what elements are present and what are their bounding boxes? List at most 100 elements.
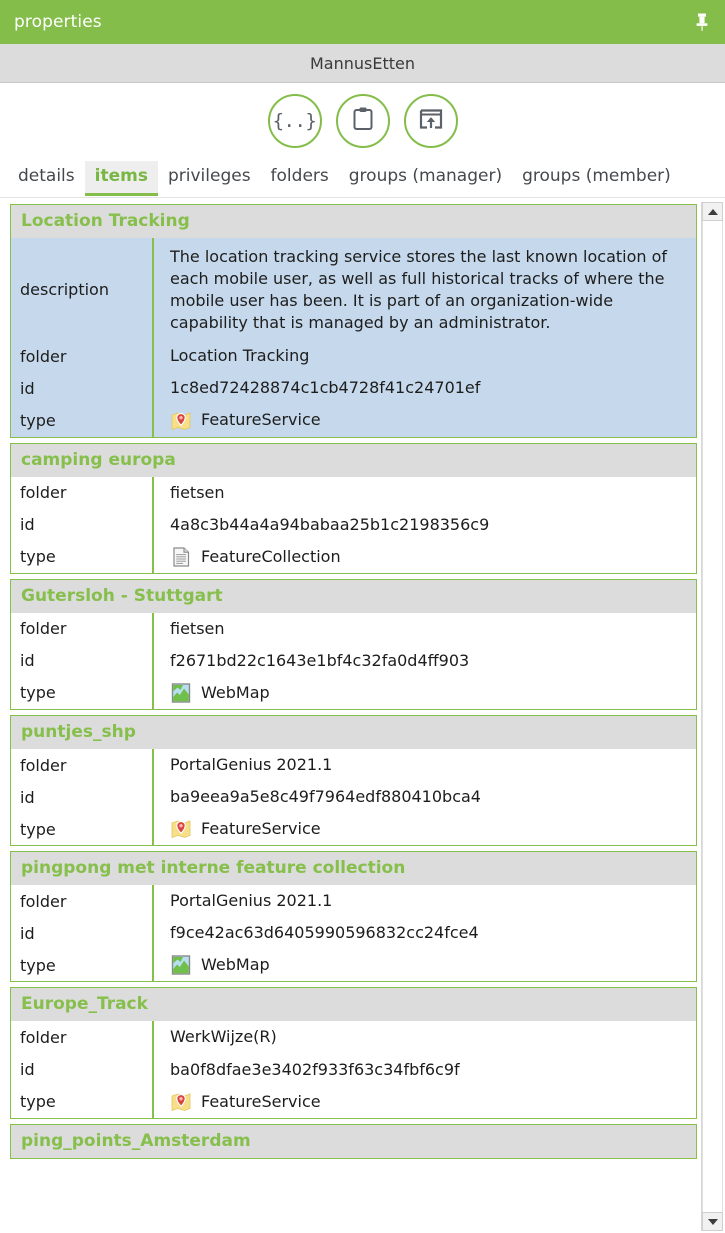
items-scrollbar[interactable] — [701, 202, 723, 1231]
item-card-body: folder fietsen id 4a8c3b44a4a94babaa25b1c21… — [11, 476, 696, 573]
item-property-label: id — [11, 372, 154, 405]
item-property-label: folder — [11, 340, 154, 373]
item-property-value: FeatureService — [153, 1086, 696, 1118]
item-card[interactable]: Gutersloh - Stuttgart folder fietsen id f267… — [10, 578, 697, 711]
item-type-value: FeatureService — [170, 409, 690, 431]
item-property-label: folder — [11, 749, 154, 782]
item-property-row: type FeatureService — [11, 1085, 696, 1118]
document-icon — [173, 547, 190, 567]
item-card-body: folder PortalGenius 2021.1 id ba9eea9a5e8c4… — [11, 749, 696, 846]
item-property-value: PortalGenius 2021.1 — [170, 755, 333, 775]
item-property-label: type — [11, 813, 154, 846]
item-card[interactable]: puntjes_shp folder PortalGenius 2021.1 id ba… — [10, 715, 697, 847]
tab-groups-manager[interactable]: groups (manager) — [339, 161, 512, 196]
item-property-row: type FeatureService — [11, 404, 696, 437]
item-property-value: f2671bd22c1643e1bf4c32fa0d4ff903 — [170, 650, 470, 670]
item-property-value: WebMap — [153, 677, 696, 709]
item-card[interactable]: camping europa folder fietsen id 4a8c3b44a4a… — [10, 442, 697, 574]
item-property-row: type WebMap — [11, 676, 696, 710]
item-property-value: f9ce42ac63d6405990596832cc24fce4 — [170, 923, 479, 943]
tab-folders[interactable]: folders — [261, 161, 339, 196]
item-property-label: type — [11, 540, 154, 573]
scroll-up-icon[interactable] — [702, 202, 723, 221]
tab-groups-member[interactable]: groups (member) — [512, 161, 681, 196]
item-property-label: type — [11, 1085, 154, 1118]
item-card-title[interactable]: camping europa — [11, 443, 696, 477]
item-type-value: FeatureCollection — [170, 546, 690, 568]
item-property-label: id — [11, 781, 154, 814]
export-button[interactable] — [403, 94, 458, 148]
item-property-row: id f9ce42ac63d6405990596832cc24fce4 — [11, 917, 696, 950]
map-pin-icon — [171, 411, 191, 430]
item-property-label: folder — [11, 885, 154, 918]
item-property-label: folder — [11, 1021, 154, 1054]
item-type-value: WebMap — [170, 682, 690, 704]
item-card-body: folder WerkWijze(R) id ba0f8dfae3e3402f933f… — [11, 1021, 696, 1118]
window-title: properties — [14, 12, 102, 32]
item-property-label: id — [11, 508, 154, 541]
tab-items[interactable]: items — [84, 161, 158, 196]
item-property-value: ba9eea9a5e8c49f7964edf880410bca4 — [170, 787, 481, 807]
item-property-value: ba0f8dfae3e3402f933f63c34fbf6c9f — [170, 1059, 460, 1079]
item-card-title[interactable]: Europe_Track — [11, 988, 696, 1022]
item-property-value: FeatureService — [153, 813, 696, 845]
item-type-value: FeatureService — [170, 818, 690, 840]
item-type-label: FeatureCollection — [201, 546, 341, 566]
item-type-value: WebMap — [170, 954, 690, 976]
item-card[interactable]: ping_points_Amsterdam — [10, 1123, 697, 1159]
item-card-body: description The location tracking service… — [11, 238, 696, 437]
item-property-row: id ba0f8dfae3e3402f933f63c34fbf6c9f — [11, 1053, 696, 1086]
item-property-row: folder fietsen — [11, 476, 696, 509]
item-property-row: id 1c8ed72428874c1cb4728f41c24701ef — [11, 372, 696, 405]
action-button-group: {..} — [0, 83, 725, 159]
item-card-title[interactable]: Gutersloh - Stuttgart — [11, 579, 696, 613]
item-card-title[interactable]: Location Tracking — [11, 205, 696, 238]
item-type-label: FeatureService — [201, 1091, 321, 1111]
scrollbar-track[interactable] — [702, 221, 723, 1212]
item-property-value: FeatureService — [153, 404, 696, 436]
item-property-value: Location Tracking — [170, 346, 310, 366]
item-property-value: fietsen — [170, 482, 225, 502]
item-card[interactable]: pingpong met interne feature collection f… — [10, 851, 697, 983]
item-property-row: folder PortalGenius 2021.1 — [11, 885, 696, 918]
item-property-row: folder PortalGenius 2021.1 — [11, 749, 696, 782]
items-list-region: Location Tracking description The location… — [0, 197, 725, 1233]
items-list: Location Tracking description The location… — [0, 200, 701, 1233]
export-upload-icon — [418, 107, 444, 135]
item-property-row: folder WerkWijze(R) — [11, 1021, 696, 1054]
panel-subtitle: MannusEtten — [309, 53, 415, 73]
properties-panel: properties MannusEtten {..} details item… — [0, 0, 725, 1233]
json-button[interactable]: {..} — [267, 94, 322, 148]
item-property-label: type — [11, 949, 154, 982]
item-property-label: folder — [11, 476, 154, 509]
item-type-value: FeatureService — [170, 1091, 690, 1113]
item-type-label: FeatureService — [201, 819, 321, 839]
item-property-row: description The location tracking service… — [11, 238, 696, 341]
webmap-icon — [171, 683, 191, 703]
item-card-body: folder fietsen id f2671bd22c1643e1bf4c32fa0… — [11, 612, 696, 710]
webmap-icon — [171, 955, 191, 976]
item-card[interactable]: Europe_Track folder WerkWijze(R) id ba0f8dfa… — [10, 987, 697, 1119]
item-property-label: id — [11, 1053, 154, 1086]
item-card[interactable]: Location Tracking description The location… — [10, 204, 697, 438]
pushpin-icon[interactable] — [691, 10, 713, 34]
item-card-title[interactable]: ping_points_Amsterdam — [11, 1124, 696, 1158]
scroll-down-icon[interactable] — [702, 1212, 723, 1231]
item-property-row: type FeatureCollection — [11, 540, 696, 573]
tab-privileges[interactable]: privileges — [158, 161, 261, 196]
item-property-value: PortalGenius 2021.1 — [170, 891, 333, 911]
tab-details[interactable]: details — [8, 161, 85, 196]
map-pin-icon — [171, 820, 191, 839]
item-property-row: type WebMap — [11, 949, 696, 982]
item-property-label: folder — [11, 612, 154, 645]
item-property-label: id — [11, 644, 154, 677]
item-property-value: WebMap — [153, 949, 696, 981]
clipboard-button[interactable] — [335, 94, 390, 148]
item-property-value: The location tracking service stores the… — [170, 247, 668, 333]
item-property-row: folder fietsen — [11, 612, 696, 645]
item-card-title[interactable]: puntjes_shp — [11, 716, 696, 750]
item-property-value: FeatureCollection — [153, 541, 696, 573]
item-property-value: 1c8ed72428874c1cb4728f41c24701ef — [170, 378, 481, 398]
item-card-title[interactable]: pingpong met interne feature collection — [11, 852, 696, 886]
item-property-value: fietsen — [170, 618, 225, 638]
